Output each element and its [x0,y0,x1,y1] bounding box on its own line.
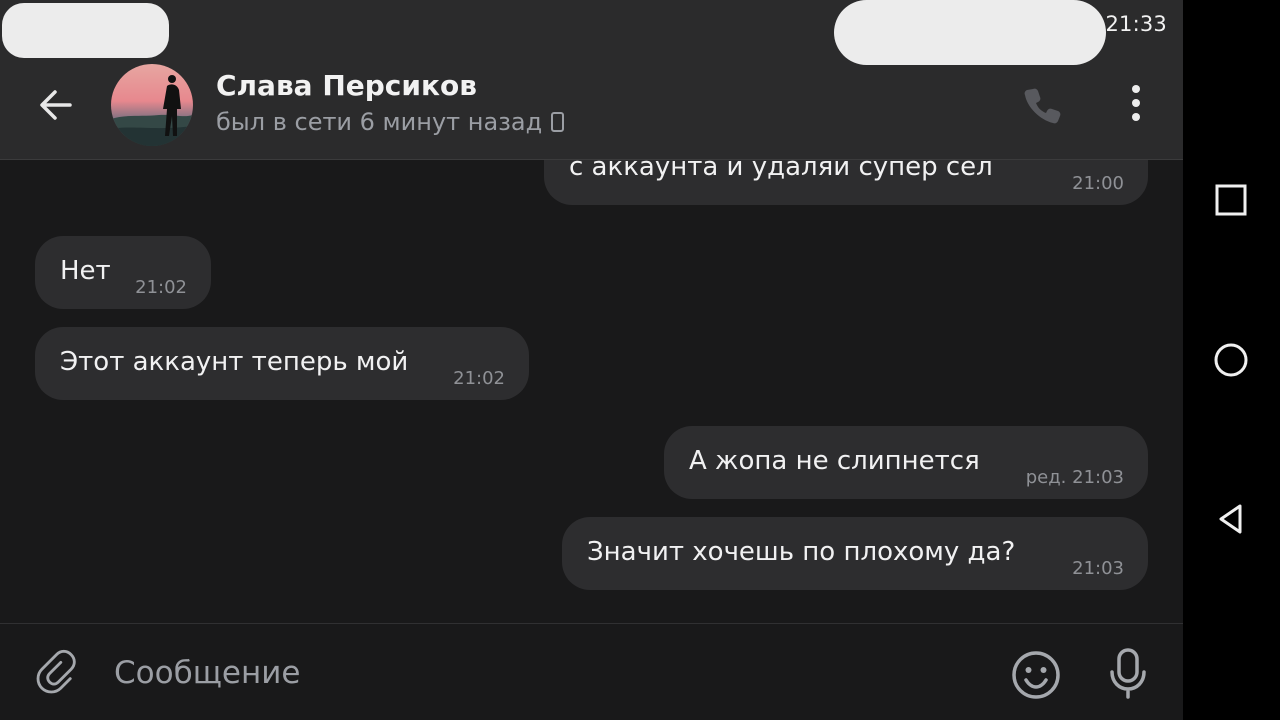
message-text: А жопа не слипнется [689,446,980,476]
message-time: 21:02 [453,368,505,389]
chat-header: Слава Персиков был в сети 6 минут назад [0,50,1183,160]
message-time: 21:00 [1072,173,1124,194]
attach-button[interactable] [34,649,82,697]
more-vertical-icon [1132,85,1140,121]
square-icon [1215,184,1247,216]
redacted-status-area-left [2,3,169,58]
last-seen-status: был в сети 6 минут назад [216,108,565,136]
contact-avatar[interactable] [111,64,193,146]
back-button[interactable] [35,84,77,126]
outgoing-message[interactable]: с аккаунта и удаляй супер сел 21:00 [544,160,1148,205]
contact-name[interactable]: Слава Персиков [216,69,477,102]
message-time: 21:03 [1072,558,1124,579]
paperclip-icon [36,649,76,694]
phone-icon [1024,88,1061,124]
incoming-message[interactable]: Этот аккаунт теперь мой 21:02 [35,327,529,400]
smile-icon [1012,651,1060,699]
more-options-button[interactable] [1116,83,1156,125]
message-text: Этот аккаунт теперь мой [60,347,409,377]
mobile-phone-icon [551,112,565,132]
android-navigation-bar [1183,0,1280,720]
message-list[interactable]: с аккаунта и удаляй супер сел 21:00 Нет … [0,160,1183,623]
last-seen-text: был в сети 6 минут назад [216,108,543,136]
call-button[interactable] [1020,83,1062,125]
emoji-button[interactable] [1010,649,1062,701]
voice-message-button[interactable] [1104,646,1152,700]
status-bar: 21:33 [0,0,1183,65]
recent-apps-button[interactable] [1213,182,1249,218]
redacted-status-area-right [834,0,1106,65]
outgoing-message[interactable]: А жопа не слипнется ред. 21:03 [664,426,1148,499]
status-time: 21:33 [1105,12,1167,36]
message-time: ред. 21:03 [1025,467,1124,488]
arrow-left-icon [40,90,72,120]
home-button[interactable] [1213,342,1249,378]
system-back-button[interactable] [1213,501,1249,537]
message-input[interactable] [114,649,714,697]
triangle-back-icon [1219,504,1242,534]
outgoing-message[interactable]: Значит хочешь по плохому да? 21:03 [562,517,1148,590]
message-text: Нет [60,256,111,286]
vk-messenger-chat-screen: 21:33 Слава Персиков был в сети 6 минут … [0,0,1280,720]
message-time: 21:02 [135,277,187,298]
message-text: с аккаунта и удаляй супер сел [569,160,993,182]
message-text: Значит хочешь по плохому да? [587,537,1016,567]
circle-icon [1214,343,1248,377]
message-composer [0,623,1183,720]
microphone-icon [1110,648,1146,699]
incoming-message[interactable]: Нет 21:02 [35,236,211,309]
